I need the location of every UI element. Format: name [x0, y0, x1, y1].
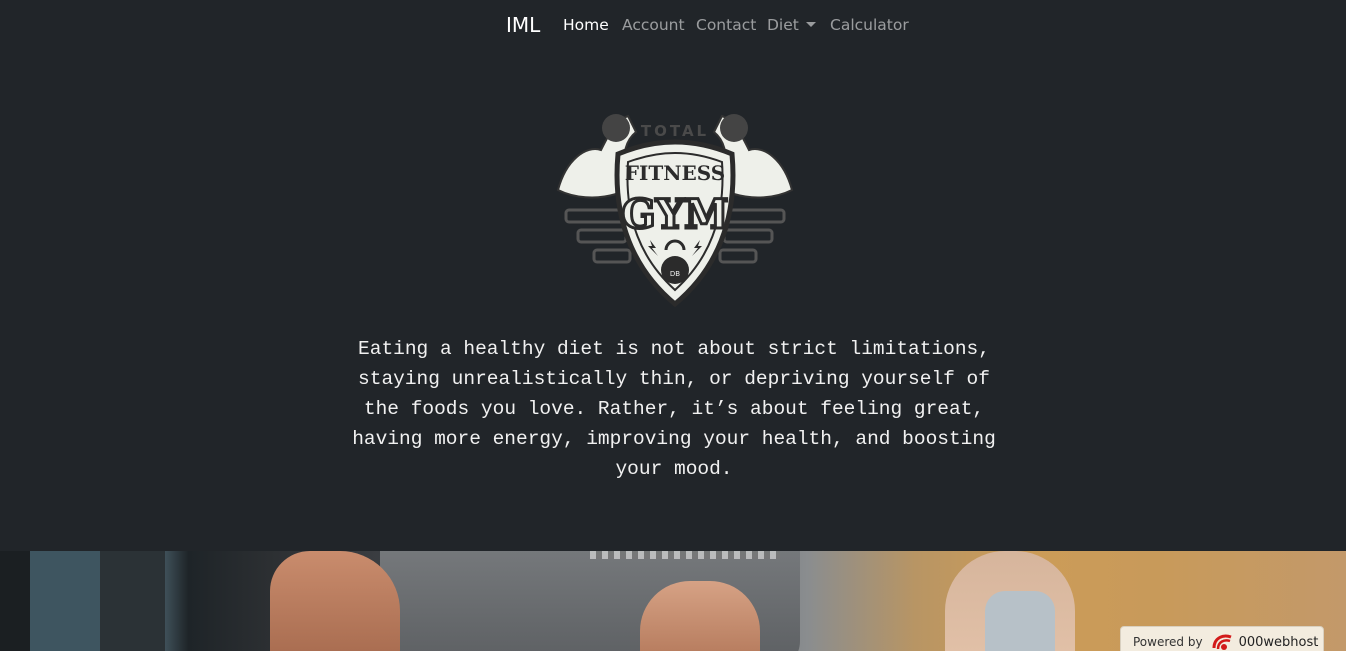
webhost-brand-name: 000webhost — [1238, 634, 1319, 650]
top-navbar: IML Home Account Contact Diet Calculator — [0, 0, 1346, 52]
nav-diet-label: Diet — [767, 16, 799, 34]
fitness-gym-logo: TOTAL FITNESS GYM DB — [556, 114, 794, 308]
intro-paragraph: Eating a healthy diet is not about stric… — [352, 338, 996, 480]
nav-contact[interactable]: Contact — [696, 16, 756, 34]
kettlebell-text: DB — [670, 270, 680, 278]
logo-fitness-text: FITNESS — [625, 161, 725, 185]
nav-home[interactable]: Home — [563, 16, 609, 34]
nav-account[interactable]: Account — [622, 16, 685, 34]
nav-diet-dropdown[interactable]: Diet — [767, 16, 816, 34]
webhost-logo-icon — [1212, 634, 1232, 650]
powered-by-badge[interactable]: Powered by 000webhost — [1120, 626, 1324, 651]
navbar-brand[interactable]: IML — [506, 13, 540, 37]
logo-gym-text: GYM — [622, 191, 729, 238]
chevron-down-icon — [805, 22, 816, 27]
nav-calculator[interactable]: Calculator — [830, 16, 909, 34]
powered-by-label: Powered by — [1133, 635, 1203, 649]
logo-arc-text: TOTAL — [641, 122, 709, 140]
